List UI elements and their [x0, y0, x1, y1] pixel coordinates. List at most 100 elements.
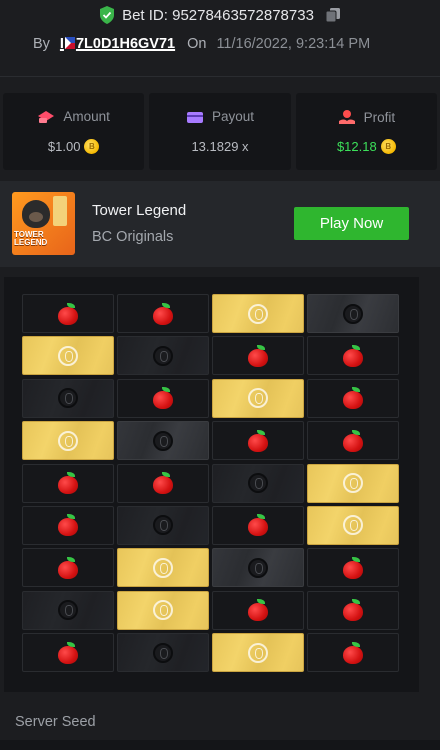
- apple-outline-icon: [248, 557, 268, 578]
- apple-outline-icon: [153, 515, 173, 536]
- tile-apple: [307, 633, 399, 673]
- by-label: By: [33, 36, 50, 52]
- tile-apple: [22, 633, 114, 673]
- tile-apple: [22, 463, 114, 503]
- payout-wallet-icon: [186, 111, 203, 123]
- tile-gold: [212, 294, 304, 333]
- stat-profit-value: $12.18: [336, 139, 377, 154]
- tile-gold: [212, 378, 304, 418]
- tile-apple: [212, 590, 304, 630]
- bet-datetime: 11/16/2022, 9:23:14 PM: [216, 36, 371, 52]
- tile-apple: [22, 505, 114, 545]
- on-label: On: [187, 36, 207, 52]
- tile-gold: [117, 548, 209, 588]
- header-divider: [0, 76, 440, 77]
- tile-apple: [212, 421, 304, 461]
- apple-icon: [342, 429, 364, 452]
- tile-apple: [307, 336, 399, 376]
- apple-icon: [57, 514, 79, 537]
- apple-icon: [247, 429, 269, 452]
- apple-icon: [152, 387, 174, 410]
- tile-dark: [307, 294, 399, 333]
- stat-amount-label: Amount: [63, 109, 110, 124]
- apple-icon: [247, 344, 269, 367]
- tile-apple: [22, 548, 114, 588]
- tile-gold: [22, 421, 114, 461]
- tile-apple: [307, 548, 399, 588]
- tile-dim: [117, 505, 209, 545]
- stat-profit-label: Profit: [363, 109, 396, 125]
- apple-icon: [342, 344, 364, 367]
- apple-outline-icon: [248, 473, 268, 494]
- apple-outline-icon: [248, 388, 268, 409]
- tile-gold: [212, 633, 304, 673]
- apple-outline-icon: [58, 600, 78, 621]
- username-link[interactable]: I 7L0D1H6GV71: [60, 36, 175, 52]
- verified-shield-icon: [100, 6, 115, 24]
- apple-outline-icon: [248, 642, 268, 663]
- bet-id-text: Bet ID: 95278463572878733: [122, 6, 314, 24]
- tower-grid: [22, 294, 399, 673]
- game-thumbnail[interactable]: TOWER LEGEND: [12, 192, 75, 255]
- tile-apple: [117, 294, 209, 333]
- tile-apple: [212, 336, 304, 376]
- philippines-flag-icon: [64, 37, 75, 49]
- tower-board: [4, 277, 419, 692]
- play-now-button[interactable]: Play Now: [294, 207, 409, 240]
- server-seed-label: Server Seed: [15, 714, 96, 730]
- stat-profit-value-row: $12.18 B: [296, 139, 437, 154]
- apple-outline-icon: [153, 430, 173, 451]
- apple-outline-icon: [58, 388, 78, 409]
- stat-payout-value-row: 13.1829 x: [149, 139, 290, 154]
- stat-profit-head: Profit: [296, 109, 437, 125]
- tile-gold: [117, 590, 209, 630]
- username-prefix: I: [59, 36, 64, 52]
- bet-header: Bet ID: 95278463572878733 By I 7L0D1H6GV7…: [0, 0, 440, 70]
- apple-icon: [152, 302, 174, 325]
- apple-outline-icon: [343, 515, 363, 536]
- tile-dark: [117, 421, 209, 461]
- apple-icon: [342, 556, 364, 579]
- tile-dim: [117, 336, 209, 376]
- tile-apple: [117, 378, 209, 418]
- tile-apple: [307, 590, 399, 630]
- apple-outline-icon: [343, 303, 363, 324]
- stat-amount-head: Amount: [3, 109, 144, 124]
- bet-id-row: Bet ID: 95278463572878733: [0, 6, 440, 24]
- apple-icon: [152, 472, 174, 495]
- game-name[interactable]: Tower Legend: [92, 202, 186, 219]
- apple-outline-icon: [58, 430, 78, 451]
- stat-payout-label: Payout: [211, 109, 254, 124]
- username-suffix: 7L0D1H6GV71: [75, 36, 176, 52]
- stat-payout-head: Payout: [149, 109, 290, 124]
- server-seed-box: [0, 740, 440, 750]
- apple-icon: [342, 387, 364, 410]
- apple-icon: [342, 641, 364, 664]
- apple-outline-icon: [153, 600, 173, 621]
- apple-outline-icon: [248, 303, 268, 324]
- bcd-coin-icon: B: [380, 139, 396, 154]
- game-provider: BC Originals: [92, 229, 174, 245]
- stat-profit: Profit $12.18 B: [295, 93, 437, 170]
- apple-icon: [57, 641, 79, 664]
- gorilla-icon: [22, 200, 50, 228]
- tile-apple: [307, 421, 399, 461]
- tile-apple: [117, 463, 209, 503]
- apple-icon: [57, 302, 79, 325]
- tile-apple: [307, 378, 399, 418]
- bcd-coin-icon: B: [84, 139, 100, 154]
- apple-icon: [247, 514, 269, 537]
- tile-gold: [307, 505, 399, 545]
- tile-dim: [117, 633, 209, 673]
- copy-icon[interactable]: [325, 7, 341, 23]
- bet-author-row: By I 7L0D1H6GV71 On 11/16/2022, 9:23:14 P…: [33, 36, 370, 52]
- tile-apple: [22, 294, 114, 333]
- tile-dim: [212, 463, 304, 503]
- bet-stats: Amount $1.00 B Payout 13.1829 x Profit $…: [3, 93, 437, 170]
- apple-outline-icon: [343, 473, 363, 494]
- tile-dim: [22, 590, 114, 630]
- amount-icon: [38, 110, 55, 123]
- tile-dim: [22, 378, 114, 418]
- stat-payout-value: 13.1829 x: [191, 139, 249, 154]
- stat-amount: Amount $1.00 B: [3, 93, 145, 170]
